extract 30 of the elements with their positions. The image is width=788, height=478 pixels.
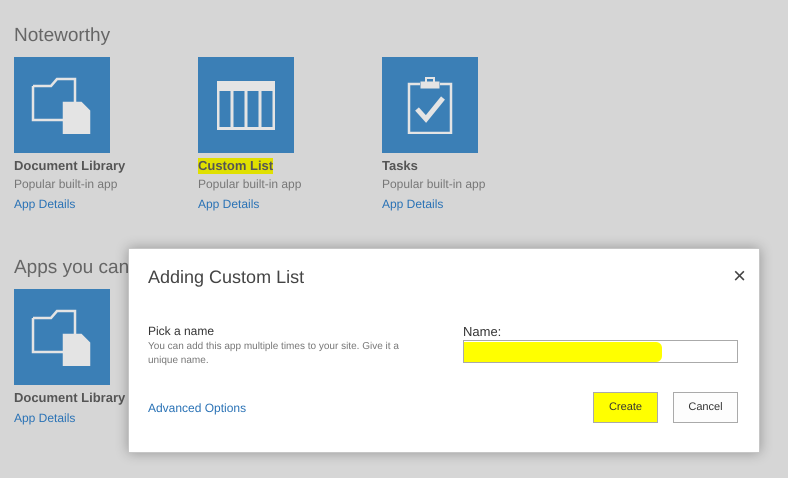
cancel-button[interactable]: Cancel (673, 392, 738, 423)
app-tile[interactable] (198, 57, 294, 153)
app-subtitle: Popular built-in app (14, 176, 118, 192)
dialog-title: Adding Custom List (148, 266, 304, 288)
app-subtitle: Popular built-in app (198, 176, 302, 192)
app-tile[interactable] (14, 289, 110, 385)
app-tile[interactable] (14, 57, 110, 153)
name-field[interactable] (463, 340, 738, 363)
table-icon (217, 80, 275, 130)
app-title: Tasks (382, 158, 418, 174)
close-button[interactable]: × (733, 266, 746, 286)
advanced-options-link[interactable]: Advanced Options (148, 398, 246, 416)
section-heading: Apps you can (14, 257, 130, 279)
field-label: Name: (463, 324, 502, 339)
clipboard-check-icon (407, 76, 453, 134)
app-title: Custom List (198, 158, 274, 174)
app-details-link[interactable]: App Details (14, 411, 76, 425)
app-details-link[interactable]: App Details (382, 197, 444, 211)
create-button[interactable]: Create (593, 392, 658, 423)
app-title: Document Library (14, 158, 126, 174)
app-tile[interactable] (382, 57, 478, 153)
app-details-link[interactable]: App Details (14, 197, 76, 211)
section-heading: Noteworthy (14, 25, 110, 47)
description-text: You can add this app multiple times to your site. Give it a unique name. (148, 340, 400, 368)
section-title: Pick a name (148, 324, 216, 339)
folder-document-icon (31, 308, 93, 366)
app-subtitle: Popular built-in app (382, 176, 486, 192)
app-details-link[interactable]: App Details (198, 197, 260, 211)
app-title: Document Library (14, 390, 126, 406)
folder-document-icon (31, 76, 93, 134)
